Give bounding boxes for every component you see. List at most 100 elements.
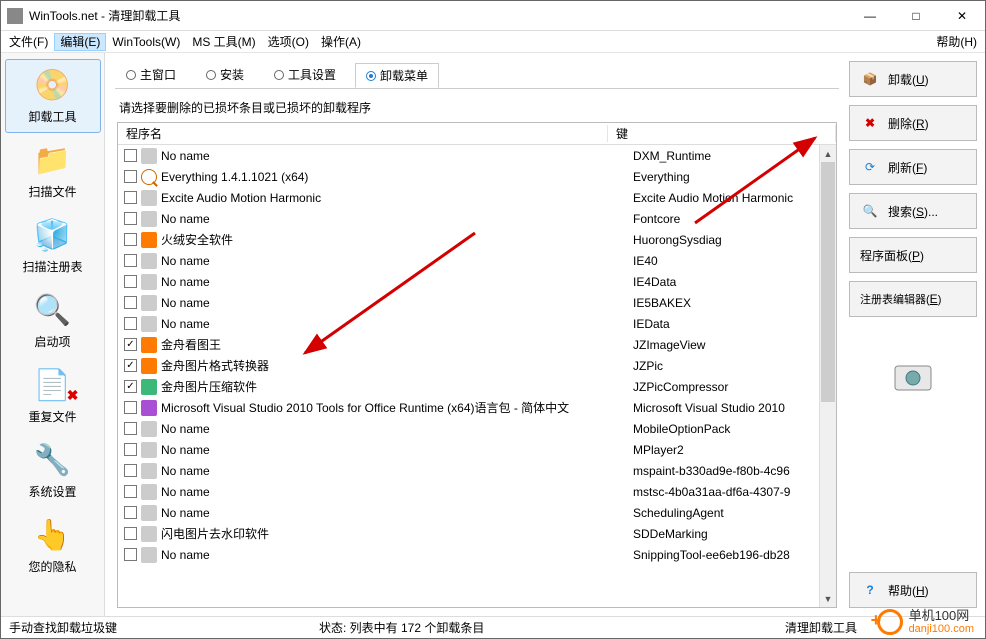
row-name: No name xyxy=(161,485,627,499)
row-icon xyxy=(141,274,157,290)
close-button[interactable]: ✕ xyxy=(939,1,985,31)
table-row[interactable]: No nameIEData xyxy=(118,313,836,334)
row-checkbox[interactable] xyxy=(124,506,137,519)
row-key: MPlayer2 xyxy=(627,443,836,457)
row-icon xyxy=(141,190,157,206)
row-name: No name xyxy=(161,548,627,562)
row-name: No name xyxy=(161,317,627,331)
delete-button[interactable]: ✖ 删除(R) xyxy=(849,105,977,141)
minimize-button[interactable]: — xyxy=(847,1,893,31)
table-row[interactable]: 金舟看图王JZImageView xyxy=(118,334,836,355)
row-checkbox[interactable] xyxy=(124,422,137,435)
table-row[interactable]: Everything 1.4.1.1021 (x64)Everything xyxy=(118,166,836,187)
row-checkbox[interactable] xyxy=(124,317,137,330)
row-key: MobileOptionPack xyxy=(627,422,836,436)
help-button[interactable]: ? 帮助(H) xyxy=(849,572,977,608)
panel-button[interactable]: 程序面板(P) xyxy=(849,237,977,273)
table-row[interactable]: 闪电图片去水印软件SDDeMarking xyxy=(118,523,836,544)
row-checkbox[interactable] xyxy=(124,149,137,162)
menu-item-1[interactable]: 编辑(E) xyxy=(54,33,106,51)
row-icon xyxy=(141,526,157,542)
scroll-thumb[interactable] xyxy=(821,162,835,402)
nav-item-0[interactable]: 📀卸载工具 xyxy=(5,59,101,133)
uninstall-button[interactable]: 📦 卸载(U) xyxy=(849,61,977,97)
row-key: mspaint-b330ad9e-f80b-4c96 xyxy=(627,464,836,478)
table-row[interactable]: No nameDXM_Runtime xyxy=(118,145,836,166)
row-checkbox[interactable] xyxy=(124,359,137,372)
nav-item-3[interactable]: 🔍启动项 xyxy=(5,284,101,358)
row-checkbox[interactable] xyxy=(124,212,137,225)
tab-3[interactable]: 卸载菜单 xyxy=(355,63,439,88)
table-row[interactable]: No nameMPlayer2 xyxy=(118,439,836,460)
row-checkbox[interactable] xyxy=(124,485,137,498)
table-row[interactable]: 金舟图片压缩软件JZPicCompressor xyxy=(118,376,836,397)
row-name: Microsoft Visual Studio 2010 Tools for O… xyxy=(161,399,627,416)
regedit-button[interactable]: 注册表编辑器(E) xyxy=(849,281,977,317)
table-row[interactable]: No namemspaint-b330ad9e-f80b-4c96 xyxy=(118,460,836,481)
nav-item-2[interactable]: 🧊扫描注册表 xyxy=(5,209,101,283)
row-checkbox[interactable] xyxy=(124,170,137,183)
row-checkbox[interactable] xyxy=(124,548,137,561)
row-checkbox[interactable] xyxy=(124,338,137,351)
menu-item-5[interactable]: 操作(A) xyxy=(315,33,367,51)
row-checkbox[interactable] xyxy=(124,275,137,288)
table-row[interactable]: No nameIE5BAKEX xyxy=(118,292,836,313)
table-row[interactable]: No nameSnippingTool-ee6eb196-db28 xyxy=(118,544,836,565)
col-program-name[interactable]: 程序名 xyxy=(118,125,608,142)
scroll-down-arrow[interactable]: ▼ xyxy=(820,590,836,607)
row-key: IE5BAKEX xyxy=(627,296,836,310)
table-row[interactable]: Microsoft Visual Studio 2010 Tools for O… xyxy=(118,397,836,418)
row-name: No name xyxy=(161,464,627,478)
row-name: No name xyxy=(161,275,627,289)
row-checkbox[interactable] xyxy=(124,233,137,246)
row-checkbox[interactable] xyxy=(124,527,137,540)
menu-help[interactable]: 帮助(H) xyxy=(930,31,983,52)
menu-item-3[interactable]: MS 工具(M) xyxy=(186,33,261,51)
search-button[interactable]: 🔍 搜索(S)... xyxy=(849,193,977,229)
tab-radio-1 xyxy=(206,70,216,80)
row-checkbox[interactable] xyxy=(124,254,137,267)
tab-2[interactable]: 工具设置 xyxy=(263,62,347,87)
row-checkbox[interactable] xyxy=(124,191,137,204)
tab-0[interactable]: 主窗口 xyxy=(115,62,187,87)
table-row[interactable]: 金舟图片格式转换器JZPic xyxy=(118,355,836,376)
row-icon xyxy=(141,442,157,458)
row-name: No name xyxy=(161,149,627,163)
menu-item-0[interactable]: 文件(F) xyxy=(3,33,54,51)
row-icon xyxy=(141,316,157,332)
tab-label-0: 主窗口 xyxy=(140,66,176,83)
table-row[interactable]: No namemstsc-4b0a31aa-df6a-4307-9 xyxy=(118,481,836,502)
refresh-button[interactable]: ⟳ 刷新(F) xyxy=(849,149,977,185)
maximize-button[interactable]: □ xyxy=(893,1,939,31)
table-row[interactable]: No nameMobileOptionPack xyxy=(118,418,836,439)
nav-item-1[interactable]: 📁扫描文件 xyxy=(5,134,101,208)
tab-1[interactable]: 安装 xyxy=(195,62,255,87)
nav-item-4[interactable]: 📄重复文件 xyxy=(5,359,101,433)
search-icon: 🔍 xyxy=(860,201,880,221)
nav-item-6[interactable]: 👆您的隐私 xyxy=(5,509,101,583)
center-panel: 主窗口安装工具设置卸载菜单 请选择要删除的已损坏条目或已损坏的卸载程序 程序名 … xyxy=(105,53,845,616)
row-icon xyxy=(141,295,157,311)
nav-item-5[interactable]: 🔧 系统设置 xyxy=(5,434,101,508)
row-checkbox[interactable] xyxy=(124,401,137,414)
table-row[interactable]: No nameIE4Data xyxy=(118,271,836,292)
table-row[interactable]: Excite Audio Motion HarmonicExcite Audio… xyxy=(118,187,836,208)
row-checkbox[interactable] xyxy=(124,464,137,477)
row-checkbox[interactable] xyxy=(124,296,137,309)
row-checkbox[interactable] xyxy=(124,443,137,456)
nav-icon-0: 📀 xyxy=(33,68,73,104)
nav-icon-5: 🔧 xyxy=(33,443,73,479)
menu-item-4[interactable]: 选项(O) xyxy=(262,33,315,51)
scroll-up-arrow[interactable]: ▲ xyxy=(820,145,836,162)
nav-icon-3: 🔍 xyxy=(33,293,73,329)
vertical-scrollbar[interactable]: ▲ ▼ xyxy=(819,145,836,607)
nav-label-5: 系统设置 xyxy=(28,483,76,500)
table-row[interactable]: No nameIE40 xyxy=(118,250,836,271)
table-row[interactable]: 火绒安全软件HuorongSysdiag xyxy=(118,229,836,250)
table-row[interactable]: No nameFontcore xyxy=(118,208,836,229)
row-checkbox[interactable] xyxy=(124,380,137,393)
table-row[interactable]: No nameSchedulingAgent xyxy=(118,502,836,523)
col-key[interactable]: 键 xyxy=(608,125,836,142)
menu-item-2[interactable]: WinTools(W) xyxy=(106,33,186,51)
row-key: Microsoft Visual Studio 2010 xyxy=(627,401,836,415)
